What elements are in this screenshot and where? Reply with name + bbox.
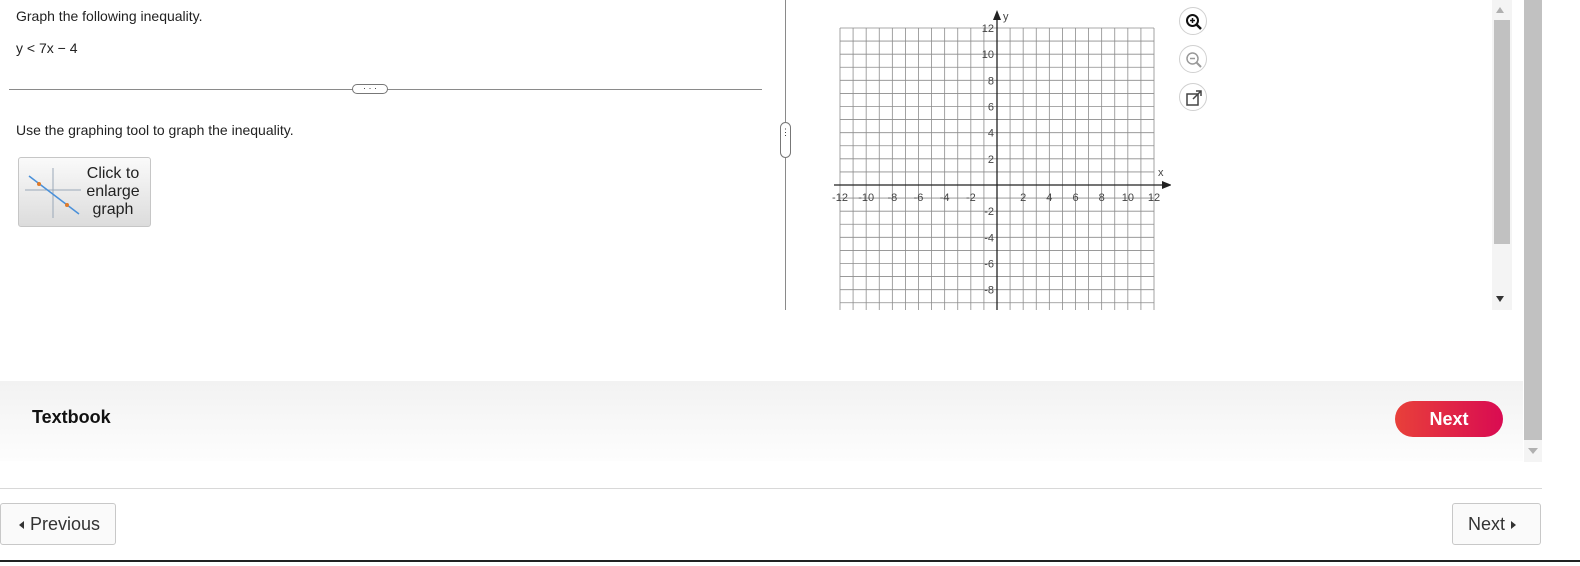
next-question-button[interactable]: Next <box>1395 401 1503 437</box>
instruction-text: Use the graphing tool to graph the inequ… <box>16 122 294 138</box>
x-tick-label: 12 <box>1148 192 1160 204</box>
vertical-drag-handle[interactable]: ⋮ <box>780 122 791 158</box>
zoom-in-button[interactable] <box>1179 7 1207 35</box>
zoom-in-icon <box>1186 14 1202 30</box>
zoom-out-button[interactable] <box>1179 45 1207 73</box>
previous-label: Previous <box>30 514 101 534</box>
previous-button[interactable]: Previous <box>0 503 116 545</box>
enlarge-label-line-3: graph <box>92 201 134 218</box>
external-link-icon <box>1186 90 1202 106</box>
popout-button[interactable] <box>1179 83 1207 111</box>
x-tick-label: 8 <box>1099 192 1105 204</box>
y-tick-label: -2 <box>984 206 994 218</box>
footer-separator <box>0 488 1542 489</box>
y-tick-label: 12 <box>982 23 994 35</box>
question-prompt: Graph the following inequality. <box>16 8 203 24</box>
enlarge-label-line-1: Click to <box>86 165 140 182</box>
question-footer <box>0 381 1523 461</box>
y-axis-label: y <box>1003 11 1009 23</box>
y-tick-label: -6 <box>984 259 994 271</box>
next-button[interactable]: Next <box>1452 503 1541 545</box>
enlarge-label-line-2: enlarge <box>86 183 140 200</box>
x-tick-label: -6 <box>914 192 924 204</box>
panel-scrollbar-thumb[interactable] <box>1494 20 1510 244</box>
caret-right-icon <box>1511 521 1517 530</box>
next-label: Next <box>1468 514 1506 534</box>
x-tick-label: -8 <box>887 192 897 204</box>
enlarge-graph-button[interactable]: Click to enlarge graph <box>18 157 151 227</box>
y-tick-label: 4 <box>988 128 994 140</box>
x-axis-arrow <box>1162 181 1171 189</box>
x-tick-label: -4 <box>940 192 950 204</box>
scroll-down-arrow-icon[interactable] <box>1496 296 1504 302</box>
x-tick-label: 6 <box>1072 192 1078 204</box>
y-tick-label: 10 <box>982 49 994 61</box>
y-tick-label: 6 <box>988 102 994 114</box>
x-tick-label: -2 <box>966 192 976 204</box>
caret-left-icon <box>19 521 24 530</box>
divider-drag-handle[interactable]: · · · <box>352 84 388 94</box>
page-scrollbar-thumb[interactable] <box>1524 0 1542 440</box>
y-tick-label: 2 <box>988 154 994 166</box>
x-tick-label: -12 <box>832 192 848 204</box>
page-scroll-down-arrow-icon[interactable] <box>1528 448 1538 454</box>
question-panel: Graph the following inequality. y < 7x −… <box>0 0 785 310</box>
x-axis-label: x <box>1158 167 1164 179</box>
y-axis-arrow <box>993 10 1001 20</box>
bottom-border <box>0 560 1580 562</box>
textbook-link[interactable]: Textbook <box>32 407 111 428</box>
y-tick-label: 8 <box>988 75 994 87</box>
graph-thumbnail-icon <box>25 168 81 218</box>
x-tick-label: 4 <box>1046 192 1052 204</box>
x-tick-label: -10 <box>858 192 874 204</box>
coordinate-graph[interactable]: x y -12 -10 -8 -6 -4 -2 2 4 6 8 10 12 12 10 8 6 4 2 -2 -4 -6 -8 <box>826 8 1171 310</box>
x-tick-label: 10 <box>1122 192 1134 204</box>
y-tick-label: -8 <box>984 285 994 297</box>
y-tick-label: -4 <box>984 232 994 244</box>
enlarge-graph-label: Click to enlarge graph <box>79 165 147 219</box>
zoom-out-icon <box>1186 52 1202 68</box>
inequality-text: y < 7x − 4 <box>16 40 78 56</box>
x-tick-label: 2 <box>1020 192 1026 204</box>
scroll-up-arrow-icon[interactable] <box>1496 7 1504 13</box>
